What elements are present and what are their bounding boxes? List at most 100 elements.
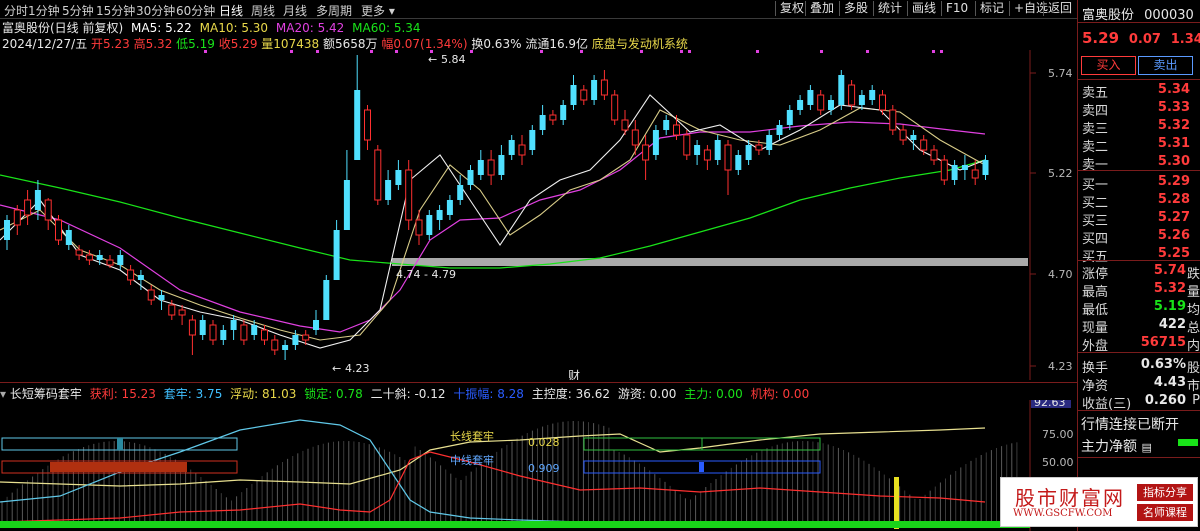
orderbook-label: 卖三 (1082, 122, 1109, 137)
orderbook-label: 买一 (1082, 178, 1109, 193)
stock-name: 富奥股份 (1082, 8, 1135, 23)
stat-row: 涨停 5.74 跌 (1080, 263, 1200, 282)
period-daily[interactable]: 日线 (219, 2, 243, 19)
watermark-tag: 指标分享 (1137, 484, 1193, 501)
indicator-name[interactable]: 长短筹码套牢 (10, 387, 82, 401)
orderbook-label: 卖五 (1082, 86, 1109, 101)
toolbar-multistock-button[interactable]: 多股 (839, 1, 872, 16)
period-monthly[interactable]: 月线 (283, 2, 307, 19)
ohlc-amplitude: 幅0.07(1.34%) (381, 37, 468, 51)
ma5-line (0, 94, 986, 349)
orderbook-label: 买二 (1082, 196, 1109, 211)
stat-label: 换手 (1082, 361, 1109, 376)
toolbar-mark-button[interactable]: 标记 (975, 1, 1008, 16)
stat-tail: 股 (1186, 361, 1200, 376)
stat-row: 现量 422 总 (1080, 317, 1200, 336)
ohlc-volume: 量107438 (261, 37, 320, 51)
indicator-axis-current: 92.63 (1034, 400, 1066, 409)
orderbook-row[interactable]: 买四 5.26 (1080, 228, 1200, 247)
buy-button[interactable]: 买入 (1081, 56, 1136, 75)
orderbook-price: 5.33 (1157, 100, 1190, 115)
price-axis-tick: 5.74 (1048, 67, 1073, 80)
stat-value: 422 (1158, 317, 1186, 332)
flow-bar (1178, 439, 1198, 446)
stat-value: 5.19 (1153, 299, 1186, 314)
stock-code: 000030 (1144, 8, 1194, 23)
period-15min[interactable]: 15分钟 (96, 2, 135, 19)
indicator-item-amplitude: 十振幅: 8.28 (453, 387, 524, 401)
stat-label: 最低 (1082, 303, 1109, 318)
indicator-menu-icon[interactable]: ▾ (0, 387, 6, 401)
toolbar-f10-button[interactable]: F10 (941, 1, 972, 16)
stat-value: 5.32 (1153, 281, 1186, 296)
period-toolbar: 分时 1分钟 5分钟 15分钟 30分钟 60分钟 日线 周线 月线 多周期 更… (0, 0, 1200, 19)
orderbook-price: 5.32 (1157, 118, 1190, 133)
stat-tail: 总 (1186, 321, 1200, 336)
price-pct: 1.34% (1170, 32, 1200, 47)
stat-tail: 均 (1186, 303, 1200, 318)
orderbook-row[interactable]: 买三 5.27 (1080, 210, 1200, 229)
orderbook-row[interactable]: 卖四 5.33 (1080, 100, 1200, 119)
indicator-chart[interactable]: 长线套牢 0.028 中线套牢 0.909 92.63 75.00 50.00 (0, 400, 1077, 531)
stat-value: 56715 (1140, 335, 1186, 350)
stat-label: 涨停 (1082, 267, 1109, 282)
stat-row: 最高 5.32 量 (1080, 281, 1200, 300)
last-price: 5.29 (1082, 29, 1120, 47)
stat-tail: 市 (1186, 379, 1200, 394)
pane-divider[interactable] (0, 382, 1077, 383)
watermark-sub: WWW.GSCFW.COM (1013, 508, 1113, 519)
indicator-item-locked: 锁定: 0.78 (304, 387, 363, 401)
price-axis-tick: 4.23 (1048, 360, 1073, 373)
toolbar-stats-button[interactable]: 统计 (873, 1, 906, 16)
ma5-label: MA5: 5.22 (131, 21, 192, 35)
low-value: 4.23 (345, 362, 370, 375)
orderbook-row[interactable]: 卖二 5.31 (1080, 136, 1200, 155)
period-more-label: 更多 (361, 4, 386, 18)
toolbar-adjust-button[interactable]: 复权 (775, 1, 808, 16)
orderbook-row[interactable]: 卖三 5.32 (1080, 118, 1200, 137)
ma10-label: MA10: 5.30 (199, 21, 269, 35)
stat-row: 外盘 56715 内 (1080, 335, 1200, 354)
orderbook-row[interactable]: 买五 5.25 (1080, 246, 1200, 265)
high-annotation: ← (428, 53, 437, 66)
stat-value: 0.260 (1144, 393, 1186, 408)
period-5min[interactable]: 5分钟 (62, 2, 94, 19)
indicator-axis-tick: 75.00 (1042, 428, 1074, 441)
period-60min[interactable]: 60分钟 (176, 2, 215, 19)
ohlc-sector: 底盘与发动机系统 (591, 37, 688, 51)
stat-tail: 量 (1186, 285, 1200, 300)
main-flow-label: 主力净额 (1081, 439, 1137, 455)
indicator-item-control: 主控度: 36.62 (531, 387, 610, 401)
period-1min[interactable]: 1分钟 (28, 2, 60, 19)
indicator-item-floating: 浮动: 81.03 (230, 387, 297, 401)
sell-button[interactable]: 卖出 (1138, 56, 1193, 75)
list-icon: ▤ (1141, 441, 1152, 454)
ma60-line (0, 159, 986, 269)
orderbook-price: 5.28 (1157, 192, 1190, 207)
period-weekly[interactable]: 周线 (251, 2, 275, 19)
period-intraday[interactable]: 分时 (4, 2, 28, 19)
stat-label: 净资 (1082, 379, 1109, 394)
stat-value: 0.63% (1140, 357, 1186, 372)
kline-chart[interactable]: ← 5.84 ← 4.23 4.74 - 4.79 财 5.74 5.22 4.… (0, 50, 1077, 380)
finance-marker[interactable]: 财 (568, 369, 580, 380)
period-more[interactable]: 更多 ▾ (361, 2, 395, 19)
period-multi[interactable]: 多周期 (316, 2, 352, 19)
orderbook-row[interactable]: 卖五 5.34 (1080, 82, 1200, 101)
chart-title: 富奥股份(日线 前复权) (2, 21, 124, 35)
dropdown-icon: ▾ (385, 4, 395, 18)
indicator-axis-tick: 50.00 (1042, 456, 1074, 469)
stock-header: 富奥股份 000030 (1082, 4, 1194, 23)
orderbook-row[interactable]: 买二 5.28 (1080, 192, 1200, 211)
price-line: 5.29 0.07 1.34% (1082, 29, 1200, 47)
main-flow[interactable]: 主力净额 ▤ (1081, 436, 1152, 456)
ohlc-date: 2024/12/27/五 (2, 37, 88, 51)
toolbar-draw-button[interactable]: 画线 (907, 1, 940, 16)
ohlc-high: 高5.32 (133, 37, 173, 51)
toolbar-overlay-button[interactable]: 叠加 (805, 1, 838, 16)
toolbar-back-button[interactable]: 返回 (1043, 1, 1076, 16)
orderbook-row[interactable]: 买一 5.29 (1080, 174, 1200, 193)
period-30min[interactable]: 30分钟 (136, 2, 175, 19)
orderbook-price: 5.34 (1157, 82, 1190, 97)
ma60-label: MA60: 5.34 (352, 21, 421, 35)
